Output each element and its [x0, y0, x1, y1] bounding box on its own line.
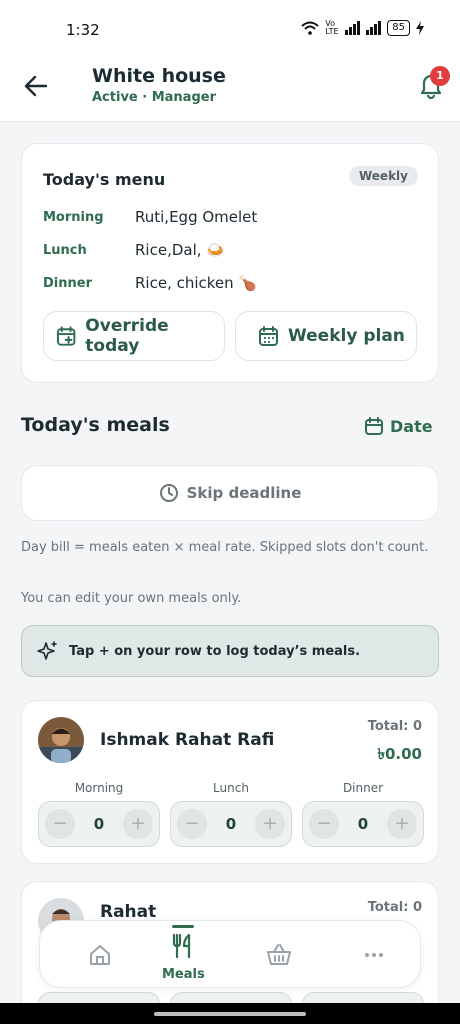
page-title: White house — [92, 65, 226, 87]
charging-icon — [416, 21, 424, 35]
fork-knife-icon — [172, 933, 191, 959]
skip-deadline-row: Skip deadline — [22, 466, 438, 520]
page-subtitle: Active · Manager — [92, 90, 216, 105]
nav-basket[interactable] — [238, 921, 318, 989]
calendar-plus-icon — [56, 326, 76, 346]
edit-note: You can edit your own meals only. — [21, 591, 242, 606]
meal-slot-label: Lunch — [213, 781, 249, 795]
signal-icon — [345, 21, 361, 35]
tip-banner: Tap + on your row to log today’s meals. — [21, 625, 439, 677]
status-icons: Vo LTE 85 — [301, 20, 424, 36]
avatar — [38, 717, 84, 763]
app-header: White house Active · Manager 1 — [0, 60, 460, 122]
member-total-amount: ৳0.00 — [377, 745, 422, 763]
signal-icon-2 — [366, 21, 382, 35]
quantity-stepper: − 0 + — [38, 801, 160, 847]
member-name: Ishmak Rahat Rafi — [100, 730, 275, 750]
home-icon — [90, 945, 110, 965]
quantity-stepper: − 0 + — [170, 801, 292, 847]
bottom-nav: Meals — [39, 920, 421, 988]
menu-title: Today's menu — [43, 170, 166, 189]
gesture-area — [0, 1003, 460, 1024]
menu-row-lunch: Lunch Rice,Dal, 🍛 — [43, 241, 423, 261]
member-card: Ishmak Rahat Rafi Total: 0 ৳0.00 Morning… — [21, 700, 439, 864]
back-arrow-icon[interactable] — [22, 72, 50, 100]
wifi-icon — [301, 21, 319, 35]
basket-icon — [267, 944, 291, 965]
date-label: Date — [390, 416, 433, 436]
override-today-label: Override today — [85, 316, 169, 356]
notification-badge: 1 — [430, 66, 450, 86]
override-today-button[interactable]: Override today — [43, 311, 225, 361]
meal-slot-label: Dinner — [342, 781, 384, 795]
menu-row-morning: Morning Ruti,Egg Omelet — [43, 208, 423, 228]
date-button[interactable]: Date — [364, 416, 433, 436]
home-gesture-bar[interactable] — [154, 1012, 306, 1016]
skip-deadline-label: Skip deadline — [186, 484, 302, 502]
member-total-count: Total: 0 — [367, 719, 422, 734]
increment-button[interactable]: + — [255, 809, 285, 839]
clock-icon — [159, 484, 178, 502]
tip-text: Tap + on your row to log today’s meals. — [69, 643, 361, 659]
skip-deadline-card[interactable]: Skip deadline — [21, 465, 439, 521]
menu-dish: Rice, chicken 🍗 — [135, 274, 258, 292]
section-title: Today's meals — [21, 414, 170, 436]
meal-slot-lunch: Lunch − 0 + — [170, 781, 292, 847]
nav-meals-label: Meals — [162, 967, 205, 982]
member-total-count: Total: 0 — [367, 900, 422, 915]
member-name: Rahat — [100, 902, 157, 922]
menu-slot-label: Lunch — [43, 243, 87, 258]
calendar-grid-icon — [259, 326, 278, 346]
volte-icon: Vo LTE — [325, 19, 339, 36]
menu-dish: Ruti,Egg Omelet — [135, 208, 258, 226]
status-time: 1:32 — [66, 21, 100, 39]
quantity-stepper: − 0 + — [302, 801, 424, 847]
meal-slot-dinner: Dinner − 0 + — [302, 781, 424, 847]
nav-more[interactable] — [334, 921, 414, 989]
bill-note: Day bill = meals eaten × meal rate. Skip… — [21, 540, 429, 555]
menu-badge: Weekly — [348, 166, 418, 186]
todays-menu-card: Today's menu Weekly Morning Ruti,Egg Ome… — [21, 143, 439, 383]
meal-slot-label: Morning — [74, 781, 124, 795]
more-icon — [365, 953, 383, 957]
weekly-plan-label: Weekly plan — [288, 326, 405, 346]
increment-button[interactable]: + — [123, 809, 153, 839]
menu-dish: Rice,Dal, 🍛 — [135, 241, 225, 259]
sparkle-icon — [37, 641, 57, 660]
increment-button[interactable]: + — [387, 809, 417, 839]
weekly-plan-button[interactable]: Weekly plan — [235, 311, 417, 361]
menu-slot-label: Dinner — [43, 276, 92, 291]
meal-slot-morning: Morning − 0 + — [38, 781, 160, 847]
menu-slot-label: Morning — [43, 210, 104, 225]
status-bar: 1:32 Vo LTE 85 — [0, 0, 460, 60]
menu-row-dinner: Dinner Rice, chicken 🍗 — [43, 274, 423, 294]
battery-icon: 85 — [387, 20, 410, 36]
nav-home[interactable] — [60, 921, 140, 989]
calendar-icon — [365, 417, 383, 435]
